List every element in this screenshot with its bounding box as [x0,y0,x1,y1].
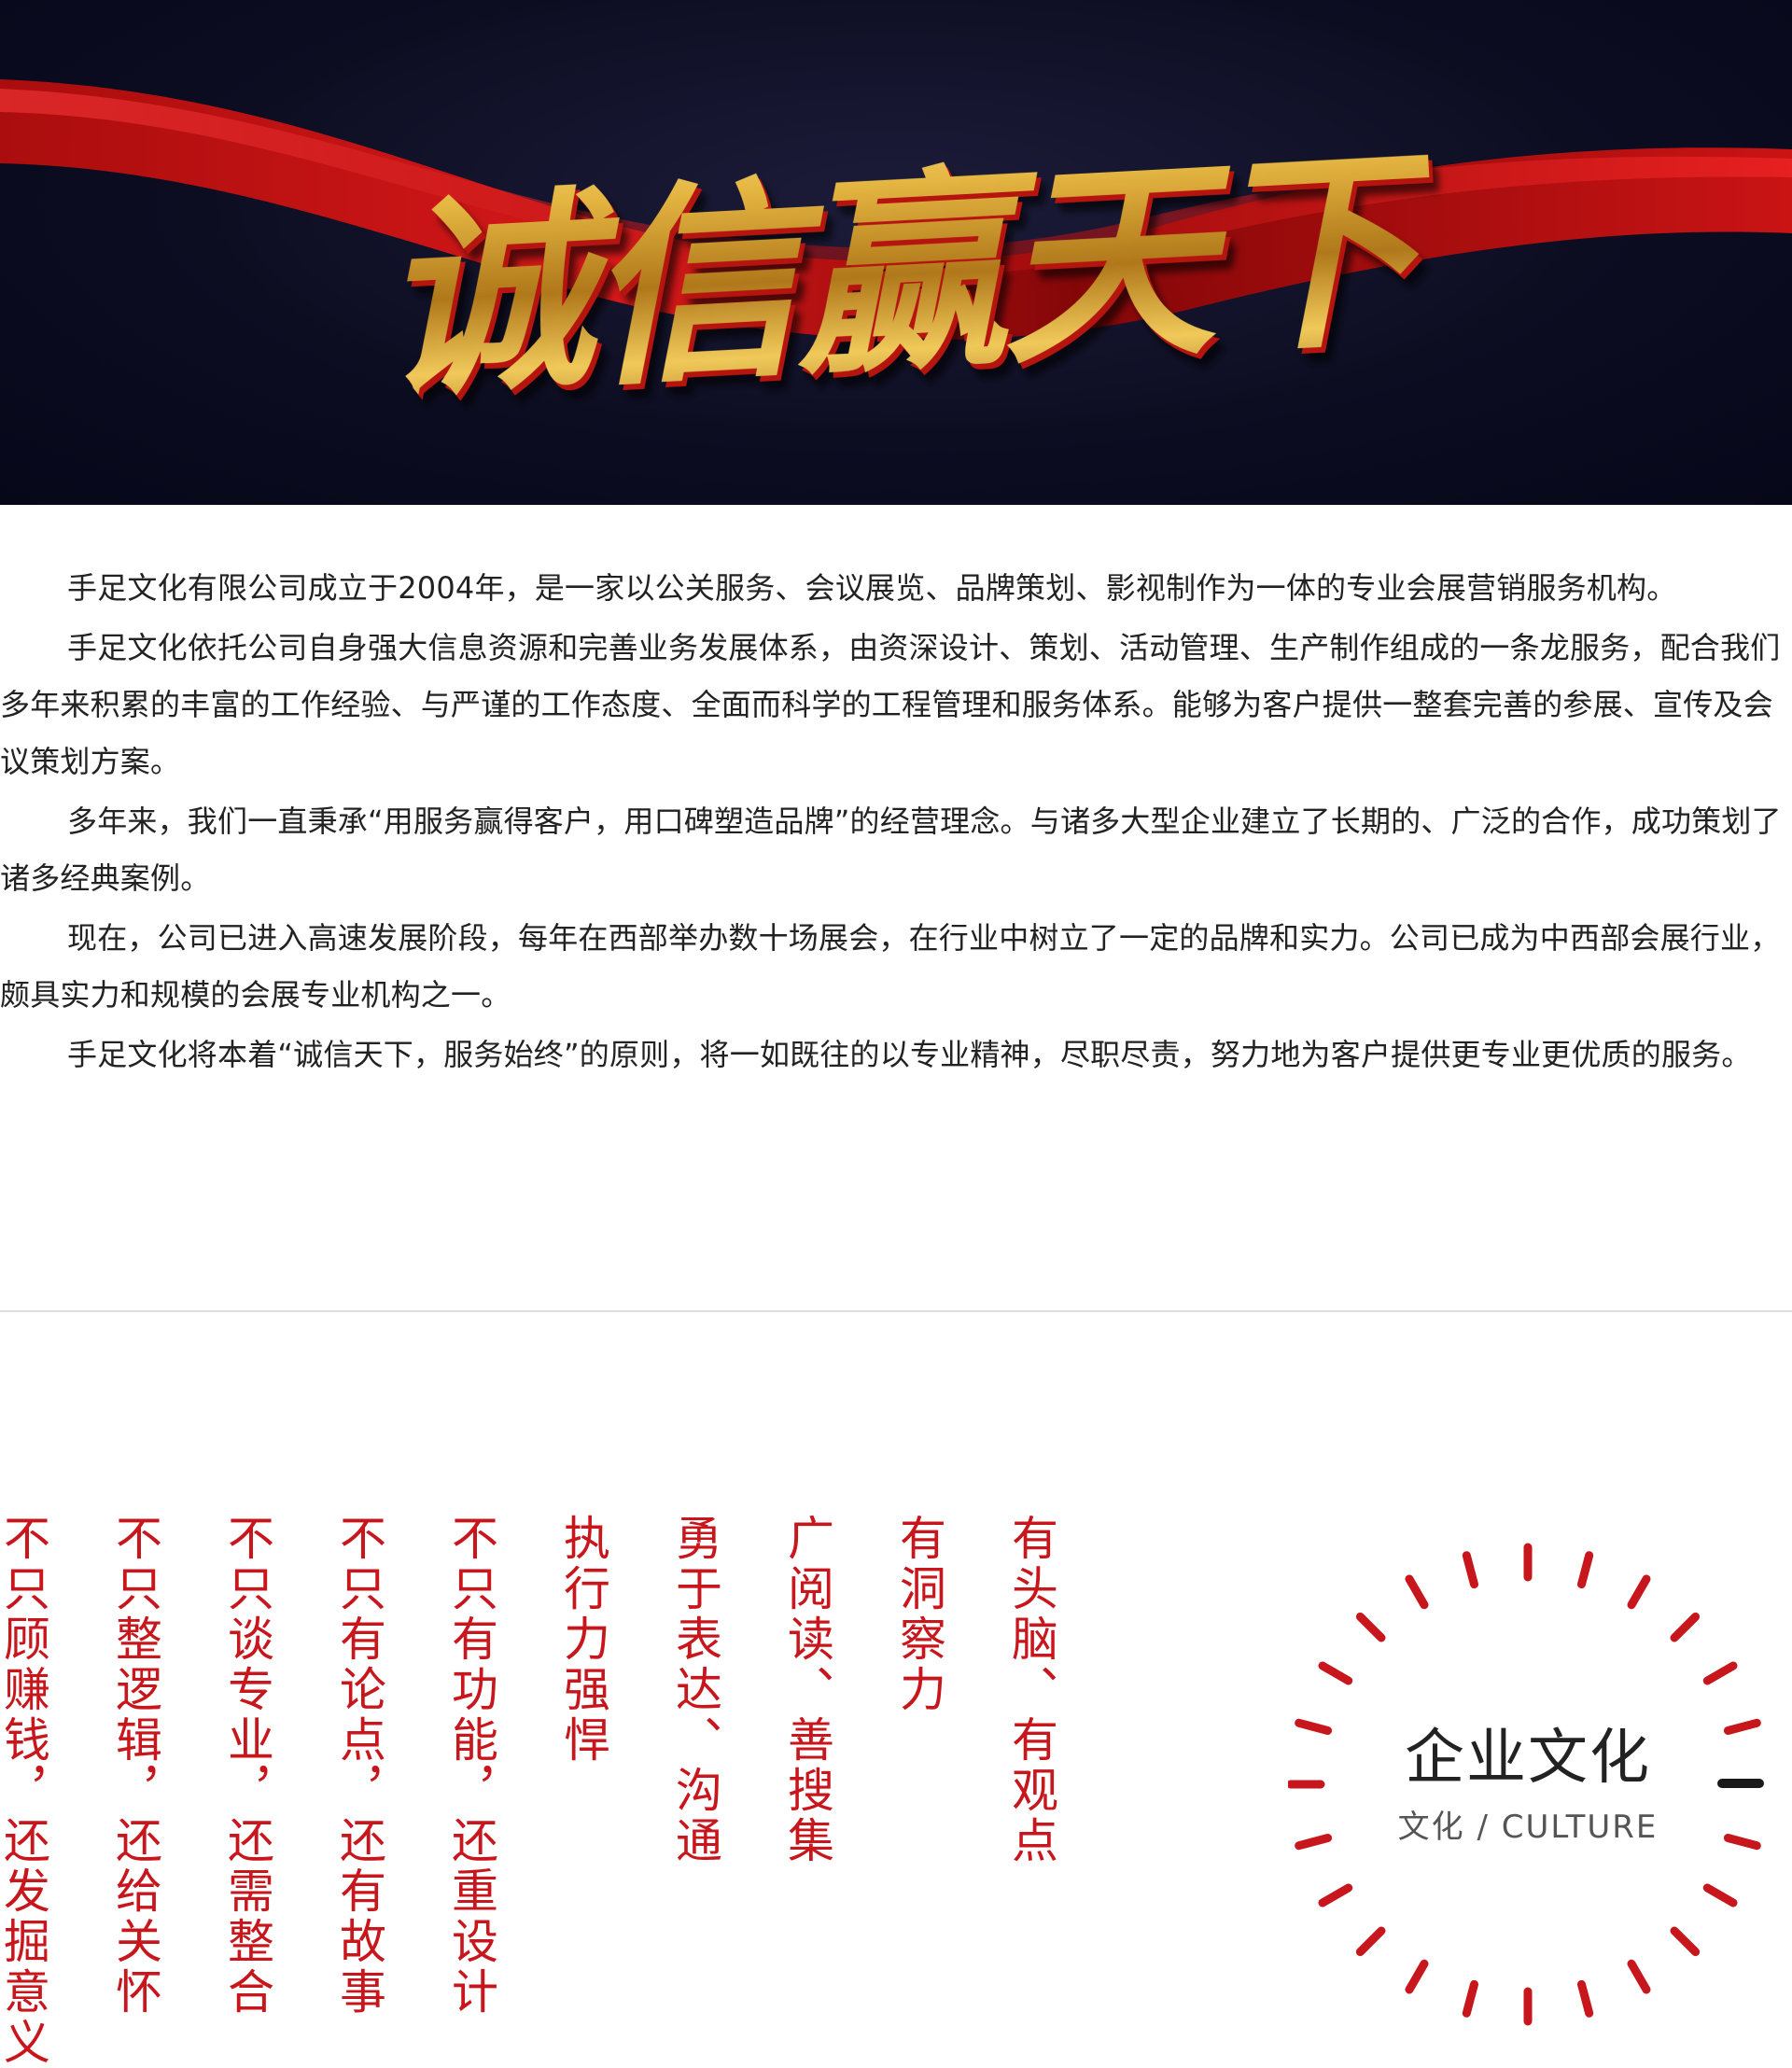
emblem-title: 企业文化 [1405,1724,1651,1793]
ring-tick [1670,1926,1701,1957]
culture-line: 不只有论点，还有故事 [332,1514,386,2018]
culture-line: 不只顾赚钱，还发掘意义 [0,1514,50,2068]
ring-tick [1627,1574,1651,1610]
intro-paragraph: 手足文化将本着“诚信天下，服务始终”的原则，将一如既往的以专业精神，尽职尽责，努… [67,1037,1752,1072]
intro-paragraph: 手足文化有限公司成立于2004年，是一家以公关服务、会议展览、品牌策划、影视制作… [67,570,1677,606]
banner-title: 诚信赢天下 [350,42,1441,471]
emblem-subtitle: 文化 / CULTURE [1397,1809,1659,1846]
culture-line: 有洞察力 [892,1514,946,1715]
ring-tick [1627,1959,1651,1994]
ring-tick [1318,1661,1353,1685]
emblem-dash-mark [1717,1779,1764,1788]
ring-tick [1355,1612,1386,1642]
culture-line: 不只有功能，还重设计 [444,1514,498,2018]
section-divider [0,1310,1792,1312]
ring-tick [1702,1661,1738,1685]
ring-tick [1355,1926,1386,1957]
ring-tick [1405,1959,1429,1994]
culture-line: 勇于表达、沟通 [668,1514,722,1866]
ring-tick [1462,1551,1478,1589]
intro-paragraph: 现在，公司已进入高速发展阶段，每年在西部举办数十场展会，在行业中树立了一定的品牌… [0,920,1781,1013]
ring-tick [1723,1718,1761,1735]
ring-tick [1577,1979,1594,2018]
ring-tick [1318,1883,1353,1907]
ring-tick [1405,1574,1429,1610]
culture-line: 执行力强悍 [556,1514,610,1766]
ring-tick [1295,1718,1333,1735]
culture-line: 不只谈专业，还需整合 [220,1514,274,2018]
ring-tick [1295,1834,1333,1851]
intro-paragraph: 手足文化依托公司自身强大信息资源和完善业务发展体系，由资深设计、策划、活动管理、… [0,630,1781,779]
ring-tick [1462,1979,1478,2018]
intro-paragraph: 多年来，我们一直秉承“用服务赢得客户，用口碑塑造品牌”的经营理念。与诸多大型企业… [0,803,1782,896]
hero-banner: 诚信赢天下 [0,0,1792,505]
ring-tick [1670,1612,1701,1642]
culture-line: 广阅读、善搜集 [780,1514,834,1866]
company-intro: 手足文化有限公司成立于2004年，是一家以公关服务、会议展览、品牌策划、影视制作… [0,560,1792,1086]
ring-tick [1577,1551,1594,1589]
ring-tick [1723,1834,1761,1851]
culture-line: 不只整逻辑，还给关怀 [108,1514,162,2018]
ring-tick [1702,1883,1738,1907]
culture-line: 有头脑、有观点 [1004,1514,1058,1866]
culture-emblem: 企业文化 文化 / CULTURE [1288,1540,1773,2062]
